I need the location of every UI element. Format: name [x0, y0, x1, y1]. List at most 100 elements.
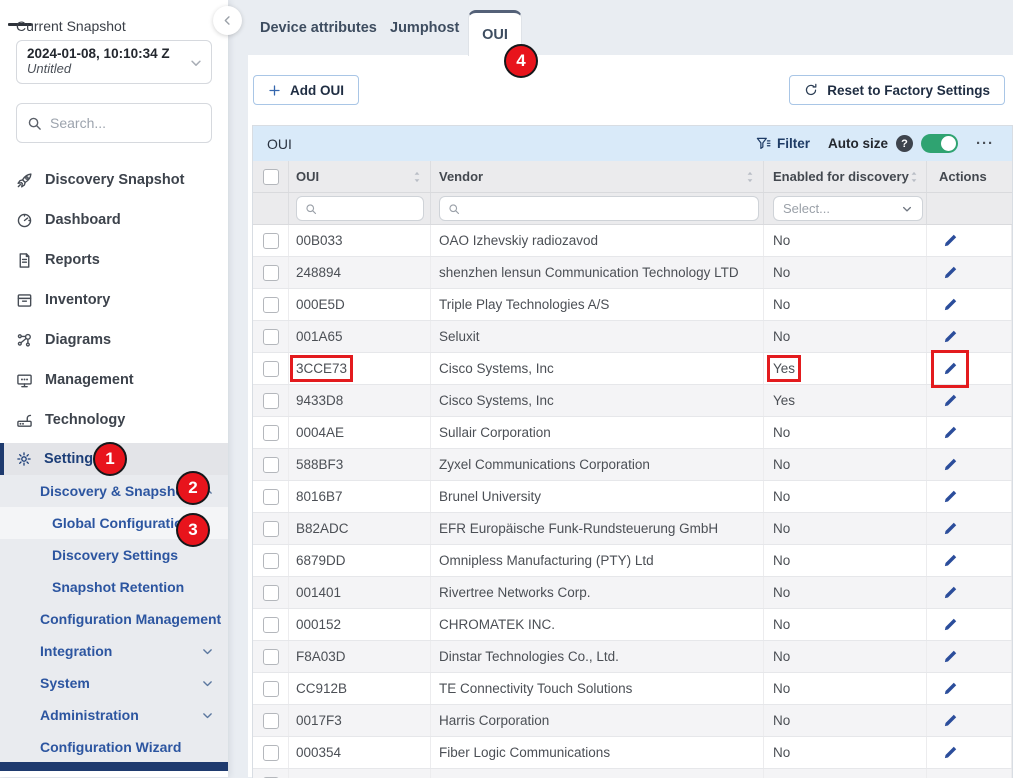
edit-row-button[interactable]	[939, 454, 961, 476]
edit-row-button[interactable]	[939, 742, 961, 764]
row-checkbox[interactable]	[263, 745, 279, 761]
search-input[interactable]	[50, 115, 201, 131]
submenu-item-label: Administration	[40, 707, 139, 723]
oui-filter-input[interactable]	[323, 201, 415, 216]
sidebar-item-system[interactable]: System	[0, 667, 228, 699]
edit-row-button[interactable]	[939, 262, 961, 284]
row-checkbox[interactable]	[263, 425, 279, 441]
autosize-toggle[interactable]	[921, 134, 958, 153]
sidebar-item-reports[interactable]: Reports	[0, 240, 228, 280]
sidebar-item-administration[interactable]: Administration	[0, 699, 228, 731]
oui-cell: F8A03D	[296, 649, 346, 664]
submenu-item-label: Global Configuration	[52, 515, 191, 531]
sidebar-item-inventory[interactable]: Inventory	[0, 280, 228, 320]
sort-icon[interactable]	[412, 171, 422, 183]
report-document-icon	[16, 252, 33, 269]
snapshot-select[interactable]: 2024-01-08, 10:10:34 Z Untitled	[16, 40, 212, 84]
sidebar-collapse-button[interactable]	[213, 6, 242, 35]
snapshot-select-value: 2024-01-08, 10:10:34 Z	[27, 46, 185, 61]
filter-button[interactable]: Filter	[777, 136, 810, 151]
edit-row-button[interactable]	[939, 614, 961, 636]
sidebar-item-technology[interactable]: Technology	[0, 400, 228, 440]
edit-row-button[interactable]	[939, 774, 961, 778]
row-checkbox[interactable]	[263, 553, 279, 569]
row-checkbox[interactable]	[263, 713, 279, 729]
column-header-oui[interactable]: OUI	[296, 169, 319, 184]
select-all-checkbox[interactable]	[263, 169, 279, 185]
row-checkbox[interactable]	[263, 361, 279, 377]
annotation-step-3: 3	[176, 513, 210, 547]
enabled-cell: No	[773, 329, 790, 344]
vendor-filter-input[interactable]	[466, 201, 750, 216]
sidebar-item-discovery-snapshot[interactable]: Discovery Snapshot	[0, 160, 228, 200]
sidebar-item-integration[interactable]: Integration	[0, 635, 228, 667]
edit-row-button[interactable]	[939, 390, 961, 412]
edit-row-button[interactable]	[939, 358, 961, 380]
vendor-cell: Harris Corporation	[439, 713, 549, 728]
row-checkbox[interactable]	[263, 521, 279, 537]
reset-factory-settings-button[interactable]: Reset to Factory Settings	[789, 75, 1005, 105]
tab-device-attributes[interactable]: Device attributes	[260, 0, 377, 55]
oui-cell: 248894	[296, 265, 341, 280]
sidebar-item-management[interactable]: Management	[0, 360, 228, 400]
row-checkbox[interactable]	[263, 649, 279, 665]
row-checkbox[interactable]	[263, 329, 279, 345]
table-header-row: OUI Vendor Enabled for discovery Actions	[253, 161, 1012, 193]
sidebar-item-dashboard[interactable]: Dashboard	[0, 200, 228, 240]
sidebar-search	[16, 103, 212, 143]
annotation-step-2: 2	[176, 471, 210, 505]
edit-row-button[interactable]	[939, 646, 961, 668]
pencil-icon	[943, 553, 958, 568]
row-checkbox[interactable]	[263, 489, 279, 505]
row-checkbox[interactable]	[263, 457, 279, 473]
column-header-enabled[interactable]: Enabled for discovery	[773, 169, 909, 184]
sort-icon[interactable]	[909, 171, 919, 183]
more-options-button[interactable]: ···	[976, 135, 1000, 152]
enabled-filter-select[interactable]: Select...	[773, 196, 923, 221]
edit-row-button[interactable]	[939, 518, 961, 540]
sidebar-item-diagrams[interactable]: Diagrams	[0, 320, 228, 360]
oui-cell: 0017F3	[296, 713, 342, 728]
edit-row-button[interactable]	[939, 294, 961, 316]
row-checkbox[interactable]	[263, 681, 279, 697]
filter-icon[interactable]	[756, 136, 771, 151]
table-row: 248894 shenzhen lensun Communication Tec…	[253, 257, 1012, 289]
column-header-vendor[interactable]: Vendor	[439, 169, 483, 184]
row-checkbox[interactable]	[263, 233, 279, 249]
chevron-down-icon	[201, 709, 214, 722]
enabled-cell: No	[773, 553, 790, 568]
edit-row-button[interactable]	[939, 486, 961, 508]
vendor-cell: Dinstar Technologies Co., Ltd.	[439, 649, 619, 664]
row-checkbox[interactable]	[263, 393, 279, 409]
edit-row-button[interactable]	[939, 550, 961, 572]
edit-row-button[interactable]	[939, 326, 961, 348]
edit-row-button[interactable]	[939, 422, 961, 444]
edit-row-button[interactable]	[939, 710, 961, 732]
edit-row-button[interactable]	[939, 678, 961, 700]
enabled-cell: No	[773, 489, 790, 504]
edit-row-button[interactable]	[939, 230, 961, 252]
sidebar-item-configuration-wizard[interactable]: Configuration Wizard	[0, 731, 228, 763]
submenu-item-label: Configuration Management	[40, 611, 221, 627]
row-checkbox[interactable]	[263, 617, 279, 633]
current-snapshot-label: Current Snapshot	[16, 18, 126, 34]
add-oui-button[interactable]: Add OUI	[253, 75, 359, 105]
sidebar-item-label: Discovery Snapshot	[45, 172, 184, 188]
pencil-icon	[943, 425, 958, 440]
row-checkbox[interactable]	[263, 265, 279, 281]
row-checkbox[interactable]	[263, 297, 279, 313]
enabled-cell: No	[773, 425, 790, 440]
oui-cell: 6879DD	[296, 553, 346, 568]
sort-icon[interactable]	[745, 171, 755, 183]
sidebar-item-configuration-management[interactable]: Configuration Management	[0, 603, 228, 635]
help-icon[interactable]: ?	[896, 135, 913, 152]
tab-jumphost[interactable]: Jumphost	[390, 0, 459, 55]
pencil-icon	[943, 489, 958, 504]
gauge-icon	[16, 212, 33, 229]
sidebar-item-snapshot-retention[interactable]: Snapshot Retention	[0, 571, 228, 603]
edit-row-button[interactable]	[939, 582, 961, 604]
table-row: 8016B7 Brunel University No	[253, 481, 1012, 513]
pencil-icon	[943, 521, 958, 536]
pencil-icon	[943, 681, 958, 696]
row-checkbox[interactable]	[263, 585, 279, 601]
